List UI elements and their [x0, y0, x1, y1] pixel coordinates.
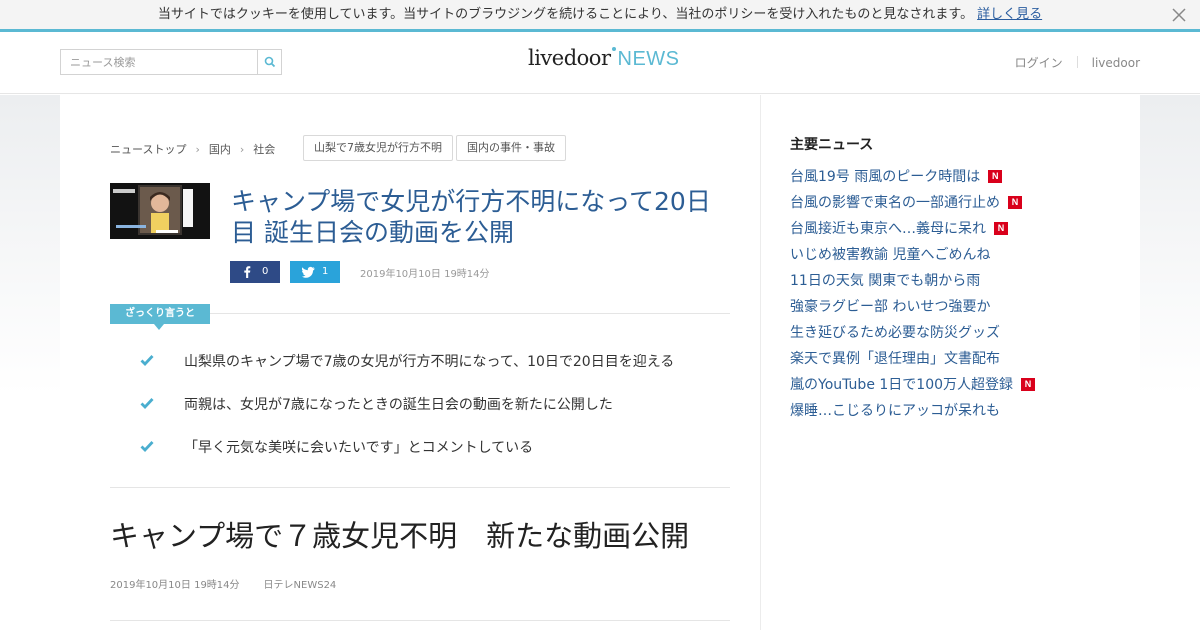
sidebar-news-item[interactable]: 台風の影響で東名の一部通行止め N — [790, 192, 1022, 212]
new-badge: N — [1008, 196, 1022, 209]
twitter-icon — [302, 266, 315, 278]
sidebar-news-label: 台風接近も東京へ…義母に呆れ — [790, 221, 986, 237]
article-source: 日テレNEWS24 — [263, 580, 337, 591]
header-links: ログイン livedoor — [1015, 54, 1140, 71]
sidebar-news-item[interactable]: 台風接近も東京へ…義母に呆れ N — [790, 218, 1008, 238]
livedoor-link[interactable]: livedoor — [1092, 56, 1140, 70]
site-logo[interactable]: livedoor NEWS — [528, 46, 680, 76]
check-icon — [140, 398, 154, 409]
facebook-count: 0 — [262, 266, 269, 277]
logo-dot — [611, 47, 616, 51]
sidebar-news-label: 11日の天気 関東でも朝から雨 — [790, 273, 981, 289]
topic-tag[interactable]: 国内の事件・事故 — [456, 135, 566, 161]
check-icon — [140, 441, 154, 452]
topic-tag[interactable]: 山梨で7歳女児が行方不明 — [303, 135, 453, 161]
cookie-banner-text-wrap: 当サイトではクッキーを使用しています。当サイトのブラウジングを続けることにより、… — [0, 6, 1200, 23]
column-divider — [760, 95, 761, 630]
summary-text: 両親は、女児が7歳になったときの誕生日会の動画を新たに公開した — [184, 397, 613, 413]
sidebar-news-label: 嵐のYouTube 1日で100万人超登録 — [790, 377, 1014, 393]
summary-item: 山梨県のキャンプ場で7歳の女児が行方不明になって、10日で20日目を迎える — [140, 352, 740, 374]
summary-text: 「早く元気な美咲に会いたいです」とコメントしている — [184, 440, 534, 456]
summary-text: 山梨県のキャンプ場で7歳の女児が行方不明になって、10日で20日目を迎える — [184, 354, 675, 370]
sidebar-news-label: 台風の影響で東名の一部通行止め — [790, 195, 1000, 211]
cookie-banner: 当サイトではクッキーを使用しています。当サイトのブラウジングを続けることにより、… — [0, 0, 1200, 32]
twitter-share-button[interactable]: 1 — [290, 261, 340, 283]
cookie-details-link[interactable]: 詳しく見る — [977, 7, 1042, 22]
summary-label-pointer — [154, 324, 164, 330]
breadcrumb-society[interactable]: 社会 — [253, 143, 275, 156]
article-body-date: 2019年10月10日 19時14分 — [110, 580, 240, 591]
login-link[interactable]: ログイン — [1015, 56, 1063, 70]
article-thumbnail[interactable] — [110, 183, 210, 239]
sidebar-news-label: 楽天で異例「退任理由」文書配布 — [790, 351, 1000, 367]
site-header: livedoor NEWS ログイン livedoor — [0, 32, 1200, 94]
facebook-share-button[interactable]: 0 — [230, 261, 280, 283]
header-divider — [1076, 56, 1078, 68]
close-icon[interactable] — [1170, 6, 1188, 24]
breadcrumb-news-top[interactable]: ニューストップ — [110, 143, 186, 156]
sidebar-news-label: 台風19号 雨風のピーク時間は — [790, 169, 981, 185]
search-box — [60, 49, 282, 75]
article-headline: キャンプ場で７歳女児不明 新たな動画公開 — [110, 519, 690, 553]
breadcrumb-domestic[interactable]: 国内 — [209, 143, 231, 156]
summary-label: ざっくり言うと — [110, 304, 210, 324]
sidebar-news-item[interactable]: 強豪ラグビー部 わいせつ強要か — [790, 296, 990, 316]
article-date: 2019年10月10日 19時14分 — [360, 269, 490, 280]
breadcrumb: ニューストップ › 国内 › 社会 — [110, 141, 275, 157]
summary-bottom-divider — [110, 487, 730, 488]
twitter-count: 1 — [322, 266, 329, 277]
sidebar-news-item[interactable]: いじめ被害教諭 児童へごめんね — [790, 244, 990, 264]
sidebar-news-label: 強豪ラグビー部 わいせつ強要か — [790, 299, 991, 315]
cookie-banner-text: 当サイトではクッキーを使用しています。当サイトのブラウジングを続けることにより、… — [157, 7, 974, 22]
summary-item: 両親は、女児が7歳になったときの誕生日会の動画を新たに公開した — [140, 395, 740, 417]
sidebar-news-item[interactable]: 11日の天気 関東でも朝から雨 — [790, 270, 980, 290]
sidebar-news-item[interactable]: 爆睡…こじるりにアッコが呆れも — [790, 400, 1000, 420]
sidebar-title: 主要ニュース — [790, 137, 874, 153]
search-input[interactable] — [61, 50, 257, 74]
sidebar-news-item[interactable]: 楽天で異例「退任理由」文書配布 — [790, 348, 1000, 368]
chevron-right-icon: › — [195, 143, 200, 156]
facebook-icon — [244, 266, 251, 278]
article-divider — [110, 620, 730, 621]
article-meta: 2019年10月10日 19時14分 日テレNEWS24 — [110, 576, 336, 591]
new-badge: N — [988, 170, 1003, 183]
summary-item: 「早く元気な美咲に会いたいです」とコメントしている — [140, 438, 740, 460]
sidebar-news-label: 爆睡…こじるりにアッコが呆れも — [790, 403, 1000, 419]
sidebar-news-label: いじめ被害教諭 児童へごめんね — [790, 247, 991, 263]
sidebar-news-label: 生き延びるため必要な防災グッズ — [790, 325, 1000, 341]
new-badge: N — [994, 222, 1008, 235]
sidebar-news-item[interactable]: 嵐のYouTube 1日で100万人超登録 N — [790, 374, 1036, 394]
chevron-right-icon: › — [239, 143, 245, 156]
sidebar-news-item[interactable]: 生き延びるため必要な防災グッズ — [790, 322, 1000, 342]
sidebar-news-item[interactable]: 台風19号 雨風のピーク時間は N — [790, 166, 1003, 186]
article-title: キャンプ場で女児が行方不明になって20日目 誕生日会の動画を公開 — [231, 187, 711, 247]
logo-livedoor: livedoor — [528, 46, 611, 70]
search-icon — [264, 56, 276, 68]
search-button[interactable] — [257, 50, 281, 74]
logo-news: NEWS — [617, 48, 680, 70]
new-badge: N — [1021, 378, 1036, 391]
check-icon — [140, 355, 154, 366]
